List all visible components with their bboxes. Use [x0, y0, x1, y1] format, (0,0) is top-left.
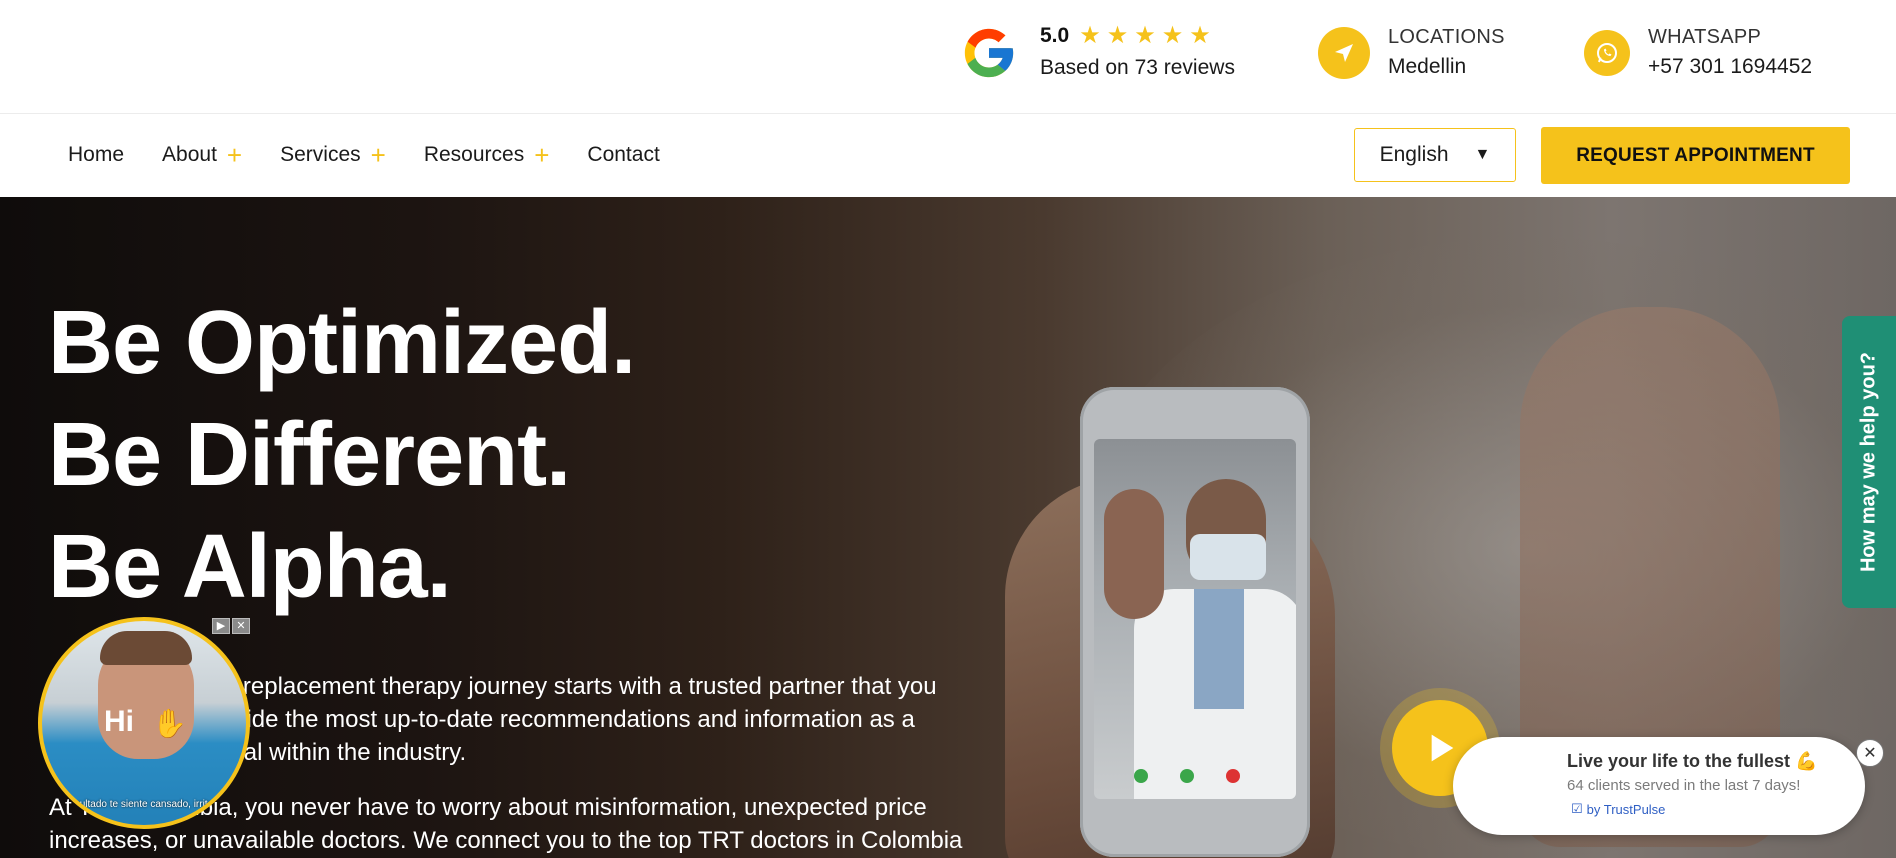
nav-item-resources[interactable]: Resources + [423, 140, 550, 170]
trustpulse-notification[interactable]: Live your life to the fullest 💪 64 clien… [1453, 737, 1865, 835]
language-value: English [1379, 143, 1449, 166]
headline-line-2: Be Different. [48, 405, 571, 505]
doctor-waving-hand [1104, 489, 1164, 619]
star-icon: ★ [1161, 22, 1184, 49]
doctor-mask [1190, 534, 1266, 580]
plus-icon: + [370, 140, 386, 170]
star-icon: ★ [1134, 22, 1156, 49]
rating-score: 5.0 [1040, 24, 1070, 47]
nav-item-services[interactable]: Services + [280, 140, 386, 170]
language-select[interactable]: English ▼ [1354, 128, 1516, 182]
nav-item-label: Contact [587, 143, 660, 166]
mic-icon [1180, 769, 1194, 783]
whatsapp-icon [1584, 29, 1630, 76]
nav-item-home[interactable]: Home [68, 143, 124, 167]
caret-down-icon: ▼ [1474, 146, 1491, 163]
main-navigation: Home About + Services + Resources + Cont… [0, 115, 1896, 197]
locations-value: Medellin [1388, 55, 1467, 78]
wave-icon: ✋ [152, 708, 187, 739]
request-appointment-button[interactable]: REQUEST APPOINTMENT [1541, 127, 1850, 184]
plus-icon: + [534, 140, 550, 170]
nav-item-about[interactable]: About + [162, 140, 243, 170]
hangup-icon [1226, 769, 1240, 783]
help-side-tab[interactable]: How may we help you? [1842, 316, 1896, 608]
star-icon: ★ [1079, 22, 1101, 49]
help-tab-label: How may we help you? [1857, 351, 1880, 573]
notification-title: Live your life to the fullest 💪 [1567, 751, 1818, 771]
close-icon[interactable]: ✕ [1856, 739, 1884, 767]
bubble-caption: …sultado te siente cansado, irritable, [64, 799, 230, 810]
play-small-icon[interactable]: ▶ [212, 618, 230, 634]
nav-item-label: About [162, 143, 217, 166]
hero-phone-image [1080, 387, 1310, 857]
phone-screen [1094, 439, 1296, 799]
google-g-icon [964, 28, 1014, 78]
nav-item-contact[interactable]: Contact [587, 143, 659, 167]
hero-headline: Be Optimized. Be Different. Be Alpha. [48, 287, 636, 623]
star-icon: ★ [1189, 22, 1211, 49]
locations-info[interactable]: LOCATIONS Medellin [1318, 26, 1505, 79]
doctor-shirt [1194, 589, 1244, 709]
video-call-icon [1134, 769, 1148, 783]
reviews-count: Based on 73 reviews [1040, 56, 1235, 79]
play-icon [1431, 734, 1454, 762]
nav-item-label: Home [68, 143, 125, 166]
plus-icon: + [226, 140, 243, 170]
video-bubble-controls: ▶ ✕ [212, 618, 250, 634]
presenter-hair [100, 631, 192, 665]
whatsapp-info[interactable]: WHATSAPP +57 301 1694452 [1584, 26, 1812, 79]
navigation-arrow-icon [1318, 26, 1370, 79]
star-icon: ★ [1106, 22, 1129, 49]
notification-subtitle: 64 clients served in the last 7 days! [1567, 777, 1801, 794]
trustpulse-link[interactable]: ☑ by TrustPulse [1571, 801, 1665, 817]
headline-line-3: Be Alpha. [48, 517, 452, 617]
bubble-greeting: Hi [104, 705, 134, 738]
video-chat-bubble[interactable]: Hi ✋ …sultado te siente cansado, irritab… [38, 617, 250, 829]
close-icon[interactable]: ✕ [232, 618, 250, 634]
nav-menu: Home About + Services + Resources + Cont… [68, 140, 698, 170]
google-rating[interactable]: 5.0 ★ ★ ★ ★ ★ Based on 73 reviews [1040, 24, 1235, 80]
paragraph-line: increases, or unavailable doctors. We co… [49, 827, 963, 854]
locations-label: LOCATIONS [1388, 26, 1505, 48]
headline-line-1: Be Optimized. [48, 293, 636, 393]
nav-item-label: Services [280, 143, 361, 166]
whatsapp-label: WHATSAPP [1648, 26, 1762, 48]
top-info-bar: 5.0 ★ ★ ★ ★ ★ Based on 73 reviews LOCATI… [0, 0, 1896, 114]
verified-check-icon: ☑ [1571, 801, 1583, 816]
nav-item-label: Resources [423, 143, 525, 166]
call-buttons [1134, 769, 1240, 783]
trustpulse-by-label: by TrustPulse [1586, 801, 1666, 817]
whatsapp-number[interactable]: +57 301 1694452 [1648, 55, 1812, 79]
rating-stars: ★ ★ ★ ★ ★ [1079, 24, 1211, 48]
